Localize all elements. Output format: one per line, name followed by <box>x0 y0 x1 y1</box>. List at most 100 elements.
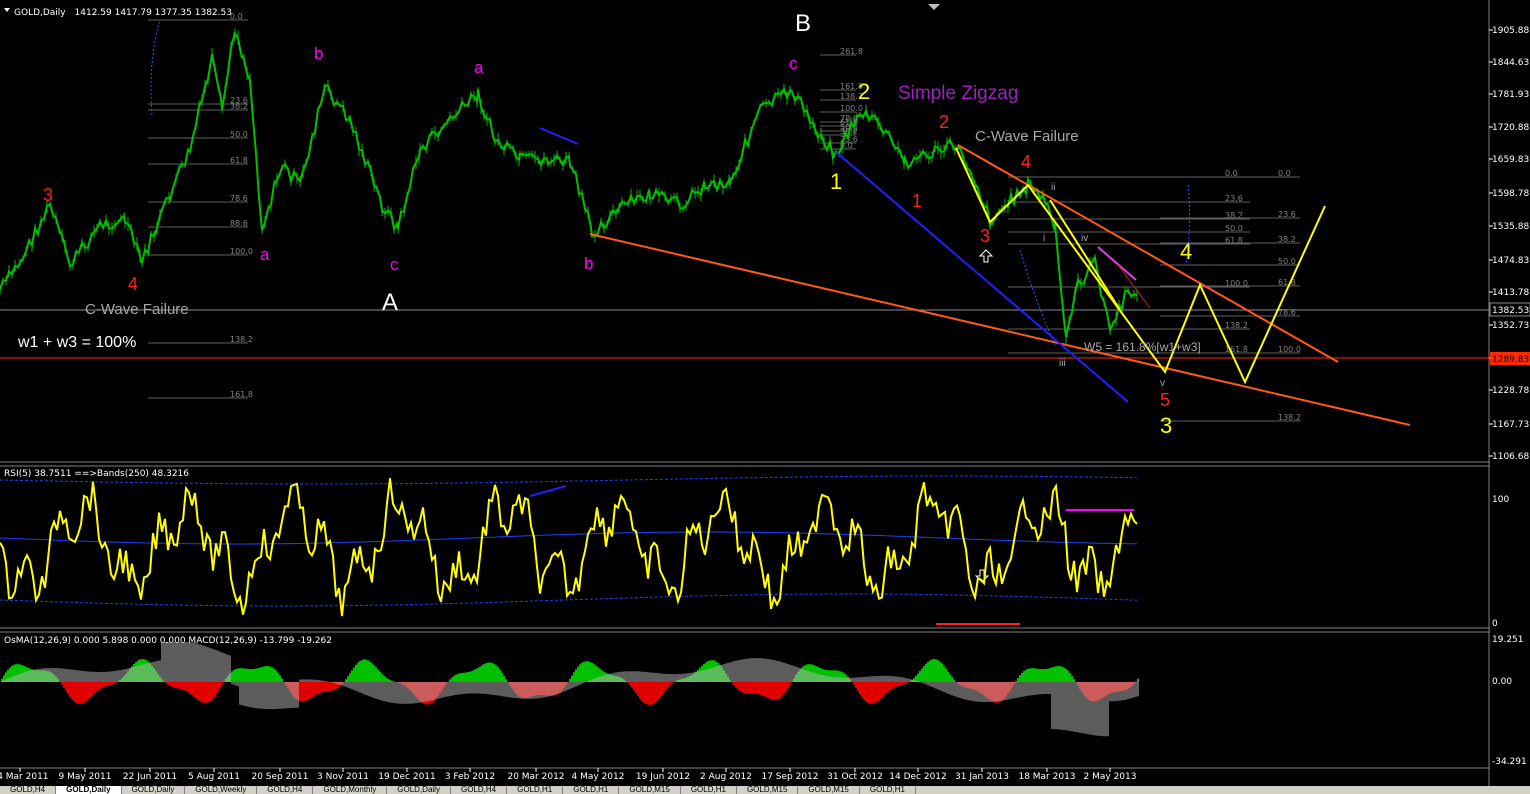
date-axis-label: 3 Feb 2012 <box>445 772 495 782</box>
date-axis-label: 31 Oct 2012 <box>827 772 883 782</box>
date-axis-label: 20 Sep 2011 <box>251 772 308 782</box>
chart-tab[interactable]: GOLD,H4 <box>0 786 57 794</box>
wave-label: v <box>1160 378 1165 389</box>
fib-level-label: 23.6 <box>1225 194 1243 203</box>
simple-zigzag-label: Simple Zigzag <box>898 83 1018 104</box>
wave-label: 1 <box>912 191 922 211</box>
fib-level-label: 138.2 <box>1225 321 1248 330</box>
wave-label-B: B <box>795 10 811 37</box>
wave-label: 3 <box>43 185 53 205</box>
wave-label: b <box>584 254 593 273</box>
date-axis-label: 18 Mar 2013 <box>1018 772 1075 782</box>
price-series <box>0 31 1138 338</box>
price-axis-label: 1844.63 <box>1492 58 1529 68</box>
date-axis-label: 2 Aug 2012 <box>700 772 752 782</box>
magenta-short-line <box>1097 246 1137 281</box>
price-axis-label: 1659.83 <box>1492 155 1529 165</box>
date-axis-label: 9 May 2011 <box>59 772 112 782</box>
fib-level-label: 100.0 <box>230 247 253 256</box>
current-price-label: 1382.53 <box>1492 306 1529 316</box>
shift-marker-icon <box>928 4 940 10</box>
fib-level-label: 0.0 <box>1278 169 1291 178</box>
chart-tab[interactable]: GOLD,H4 <box>451 786 508 794</box>
fib-level-label: 100.0 <box>1278 345 1301 354</box>
price-axis-label: 1352.73 <box>1492 321 1529 331</box>
osma-axis-label: 0.00 <box>1492 677 1512 687</box>
wave-label: a <box>474 58 484 77</box>
fib-level-label: 261.8 <box>840 47 863 56</box>
wave-label: c <box>789 54 798 73</box>
rsi-header: RSI(5) 38.7511 ==>Bands(250) 48.3216 <box>4 469 189 479</box>
fib-top-levels: 261.8161.8138.2100.078.661.850.038.223.6… <box>820 47 863 150</box>
chart-tab[interactable]: GOLD,H1 <box>681 786 737 794</box>
fib-level-label: 50.0 <box>1225 224 1243 233</box>
chart-tab[interactable]: GOLD,M15 <box>798 786 860 794</box>
fib-level-label: 50.0 <box>230 130 248 139</box>
date-axis-label: 5 Aug 2011 <box>188 772 240 782</box>
chart-tab[interactable]: GOLD,M15 <box>619 786 681 794</box>
wave-label: 2 <box>939 112 949 132</box>
wave-label: iv <box>1081 233 1088 244</box>
price-axis-label: 1720.88 <box>1492 123 1529 133</box>
blue-short-line <box>539 127 579 145</box>
wave-label: 3 <box>1160 413 1172 438</box>
price-axis-label: 1474.83 <box>1492 256 1529 266</box>
fib-level-label: 161.8 <box>230 390 253 399</box>
price-axis-label: 1228.78 <box>1492 386 1529 396</box>
date-axis: 24 Mar 2011 9 May 2011 22 Jun 2011 5 Aug 20… <box>0 768 1136 782</box>
wave-label: 3 <box>980 226 990 246</box>
osma-axis-label: -34.291 <box>1492 757 1527 767</box>
chart-tab[interactable]: GOLD,Weekly <box>185 786 258 794</box>
fib-level-label: 61.8 <box>1278 278 1296 287</box>
chart-tab[interactable]: GOLD,H4 <box>257 786 314 794</box>
fib-arc <box>150 19 161 116</box>
chart-tab[interactable]: GOLD,M15 <box>737 786 799 794</box>
price-axis-label: 1413.78 <box>1492 288 1529 298</box>
wave-label: i <box>1043 233 1045 244</box>
date-axis-label: 19 Dec 2011 <box>378 772 436 782</box>
chart-tab[interactable]: GOLD,Daily <box>122 786 186 794</box>
wave-label: b <box>314 44 323 63</box>
chart-tab[interactable]: GOLD,H1 <box>860 786 916 794</box>
price-axis-label: 1106.68 <box>1492 452 1529 462</box>
wave-label-A: A <box>382 289 398 316</box>
date-axis-label: 3 Nov 2011 <box>317 772 369 782</box>
price-axis-label: 1598.78 <box>1492 189 1529 199</box>
fib-level-label: 78.6 <box>1278 308 1296 317</box>
wave-label: a <box>260 245 270 264</box>
rsi-axis-label: 100 <box>1492 495 1509 505</box>
date-axis-label: 17 Sep 2012 <box>761 772 818 782</box>
wave-label: 5 <box>1160 390 1170 410</box>
fib-level-label: 38.2 <box>1278 235 1296 244</box>
fib-level-label: 138.2 <box>1278 413 1301 422</box>
rsi-blue-line <box>529 485 567 497</box>
price-axis: 1905.88 1844.63 1781.93 1720.88 1659.83 1598.… <box>1489 26 1529 462</box>
chart-tab[interactable]: GOLD,Monthly <box>313 786 388 794</box>
osma-histogram <box>1 659 1139 705</box>
date-axis-label: 24 Mar 2011 <box>0 772 49 782</box>
chart-area[interactable]: GOLD,Daily 1412.59 1417.79 1377.35 1382.… <box>0 0 1530 786</box>
date-axis-label: 4 May 2012 <box>572 772 625 782</box>
main-header: GOLD,Daily 1412.59 1417.79 1377.35 1382.… <box>14 8 232 18</box>
osma-axis-label: 19.251 <box>1492 635 1524 645</box>
fib-level-label: 50.0 <box>1278 257 1296 266</box>
chart-tab[interactable]: GOLD,H1 <box>507 786 564 794</box>
fib-level-label: 100.0 <box>1225 279 1248 288</box>
chart-tab[interactable]: GOLD,Daily <box>387 786 451 794</box>
wave-label: 1 <box>830 169 842 194</box>
macd-histogram <box>1 642 1139 737</box>
date-axis-label: 19 Jun 2012 <box>636 772 690 782</box>
price-axis-label: 1535.88 <box>1492 222 1529 232</box>
date-axis-label: 22 Jun 2011 <box>123 772 177 782</box>
wave-label: 4 <box>128 274 138 294</box>
wave-label: 2 <box>858 79 870 104</box>
date-axis-label: 31 Jan 2013 <box>955 772 1009 782</box>
price-axis-label: 1167.73 <box>1492 420 1529 430</box>
chart-tab[interactable]: GOLD,H1 <box>563 786 620 794</box>
chart-tab[interactable]: GOLD,Daily <box>56 786 122 794</box>
fib-level-label: 0.0 <box>230 12 243 21</box>
price-candles <box>0 28 1138 344</box>
w1w3-label: w1 + w3 = 100% <box>17 334 136 351</box>
rsi-axis-label: 0 <box>1492 619 1498 629</box>
wave-label: c <box>390 255 399 274</box>
